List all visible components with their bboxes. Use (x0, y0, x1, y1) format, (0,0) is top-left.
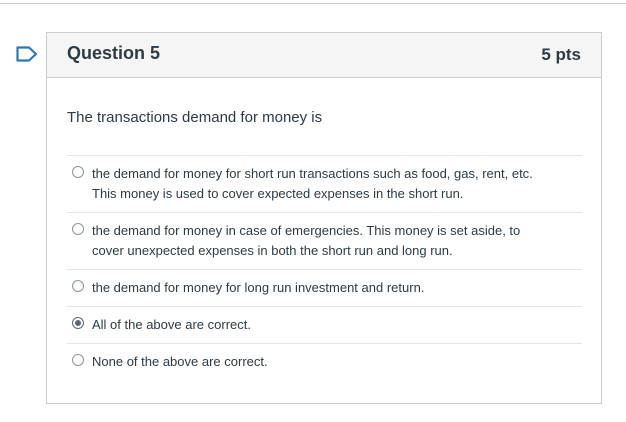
answer-text-line: None of the above are correct. (92, 354, 268, 369)
answer-option-2[interactable]: the demand for money in case of emergenc… (67, 212, 582, 269)
question-text: The transactions demand for money is (67, 109, 323, 126)
radio-button[interactable] (72, 223, 84, 235)
radio-button[interactable] (72, 354, 84, 366)
answer-text-line: the demand for money for short run trans… (92, 166, 533, 181)
answer-text-line: the demand for money in case of emergenc… (92, 223, 521, 238)
answer-text-line: cover unexpected expenses in both the sh… (92, 243, 453, 258)
question-points: 5 pts (541, 45, 581, 64)
answer-text-line: This money is used to cover expected exp… (92, 186, 464, 201)
radio-button-selected[interactable] (72, 317, 84, 329)
answer-list: the demand for money for short run trans… (67, 155, 582, 380)
radio-button[interactable] (72, 166, 84, 178)
answer-option-4[interactable]: All of the above are correct. (67, 306, 582, 343)
question-card: Question 5 5 pts The transactions demand… (46, 32, 602, 404)
question-title: Question 5 (67, 43, 161, 63)
flag-question-icon[interactable] (16, 46, 38, 62)
top-divider (0, 3, 626, 4)
answer-option-5[interactable]: None of the above are correct. (67, 343, 582, 380)
radio-button[interactable] (72, 280, 84, 292)
answer-text-line: All of the above are correct. (92, 317, 251, 332)
answer-text-line: the demand for money for long run invest… (92, 280, 425, 295)
question-header: Question 5 5 pts (47, 33, 601, 78)
answer-option-1[interactable]: the demand for money for short run trans… (67, 155, 582, 212)
answer-option-3[interactable]: the demand for money for long run invest… (67, 269, 582, 306)
